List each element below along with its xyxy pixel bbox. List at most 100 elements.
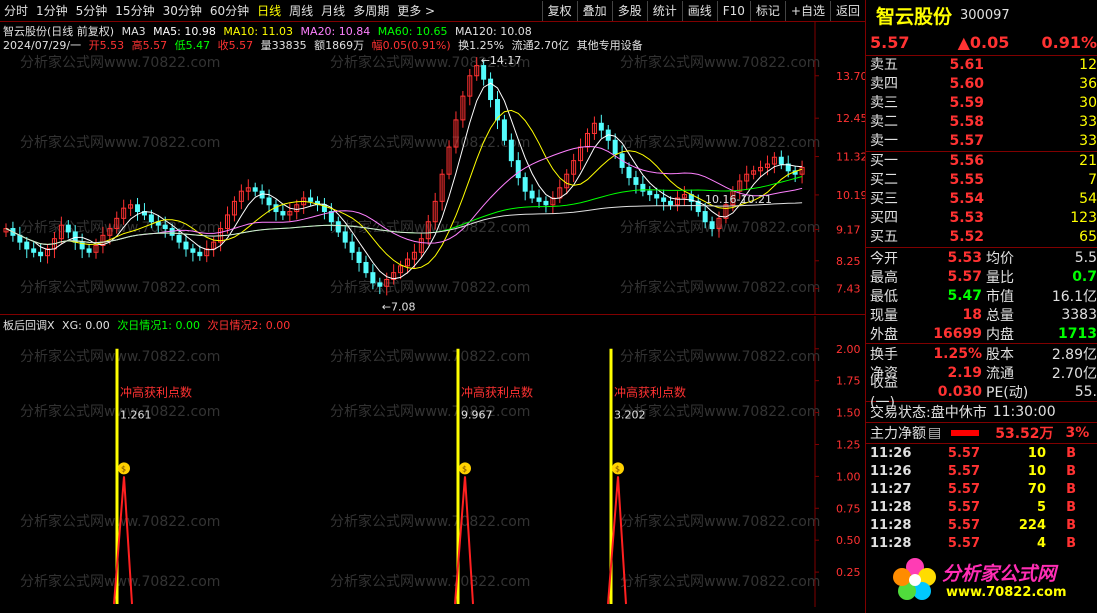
candle-body [176, 234, 182, 243]
bid-row[interactable]: 买四 5.53 123 [866, 209, 1097, 228]
main-net-bar [951, 430, 980, 436]
tick-time: 11:27 [870, 481, 912, 497]
trade-status-row: 交易状态: 盘中休市 11:30:00 [866, 402, 1097, 423]
watermark-text: 分析家公式网www.70822.com [620, 54, 820, 71]
kline-chart[interactable]: 智云股份(日线 前复权) MA3 MA5: 10.98 MA10: 11.03 … [0, 22, 865, 315]
signal-label: 冲高获利点数 [120, 385, 192, 400]
candle-body [522, 177, 528, 192]
toolbar-button[interactable]: 画线 [681, 0, 717, 21]
y-tick-label: 10.19 [836, 189, 865, 202]
period-tab[interactable]: 多周期 [349, 0, 393, 22]
bid-row[interactable]: 买一 5.56 21 [866, 152, 1097, 171]
tick-row: 11:28 5.57 224 B [866, 516, 1097, 534]
stat-row: 今开 5.53 均价 5.5 [866, 248, 1097, 267]
ask-row[interactable]: 卖四 5.60 36 [866, 75, 1097, 94]
period-tab[interactable]: 5分钟 [72, 0, 112, 22]
stat-value: 5.47 [947, 287, 982, 304]
stat-value: 1713 [1058, 325, 1097, 342]
tick-volume: 4 [1036, 535, 1046, 551]
toolbar-button[interactable]: 多股 [611, 0, 647, 21]
candle-body [370, 272, 376, 284]
stock-name: 智云股份 [876, 5, 953, 28]
stats-block-1: 今开 5.53 均价 5.5 最高 5.57 量比 0.7 最低 5.47 市值 16.1亿 现量 18 总… [866, 248, 1097, 344]
stat-value: 2.19 [947, 364, 982, 381]
period-tab[interactable]: 30分钟 [159, 0, 206, 22]
y-tick-label: 1.75 [836, 375, 861, 388]
book-price: 5.61 [949, 57, 984, 73]
candle-body [363, 261, 369, 274]
money-bag-glyph: $ [615, 464, 620, 473]
period-tab[interactable]: 日线 [253, 0, 285, 22]
y-tick-label: 0.25 [836, 566, 861, 579]
y-tick-label: 12.45 [836, 112, 865, 125]
toolbar-button[interactable]: 返回 [829, 0, 865, 21]
candle-body [501, 119, 507, 141]
period-tab[interactable]: 更多 > [393, 0, 439, 22]
tick-time: 11:28 [870, 499, 912, 515]
period-tab[interactable]: 分时 [0, 0, 32, 22]
candle-body [668, 200, 674, 206]
toolbar-button[interactable]: 叠加 [576, 0, 612, 21]
book-volume: 33 [1079, 133, 1097, 149]
money-bag-icon: $ [459, 462, 471, 475]
tick-time: 11:26 [870, 463, 912, 479]
stat-label: 外盘 [870, 326, 898, 343]
candle-body [536, 197, 542, 202]
candle-body [654, 194, 660, 199]
toolbar-button[interactable]: 统计 [646, 0, 682, 21]
toolbar-button[interactable]: F10 [716, 0, 750, 21]
candle-body [65, 224, 71, 233]
candle-body [377, 282, 383, 287]
candle-body [529, 190, 535, 199]
tick-list: 11:26 5.57 10 B 11:26 5.57 10 B 11:27 5.57 70 B 11:2… [866, 444, 1097, 552]
logo-text: 分析家公式网 [942, 563, 1057, 585]
ask-row[interactable]: 卖二 5.58 33 [866, 113, 1097, 132]
bid-row[interactable]: 买三 5.54 54 [866, 190, 1097, 209]
ask-row[interactable]: 卖五 5.61 12 [866, 56, 1097, 75]
kline-svg: 分析家公式网www.70822.com 分析家公式网www.70822.com 分析… [3, 22, 865, 315]
candle-body [169, 228, 175, 236]
ask-row[interactable]: 卖三 5.59 30 [866, 94, 1097, 113]
tick-row: 11:28 5.57 5 B [866, 498, 1097, 516]
money-bag-glyph: $ [462, 464, 467, 473]
toolbar-button[interactable]: 复权 [541, 0, 577, 21]
stat-row: 换手 1.25% 股本 2.89亿 [866, 344, 1097, 363]
stat-value: 0.7 [1072, 268, 1097, 285]
toolbar-button[interactable]: 标记 [749, 0, 785, 21]
main-net-row: 主力净额 ▤ 53.52万 3% [866, 423, 1097, 444]
candle-body [148, 214, 154, 223]
book-volume: 33 [1079, 114, 1097, 130]
period-tab[interactable]: 15分钟 [111, 0, 158, 22]
book-volume: 54 [1079, 191, 1097, 207]
toolbar-button[interactable]: +自选 [784, 0, 830, 21]
indicator-chart[interactable]: 板后回调X XG: 0.00 次日情况1: 0.00 次日情况2: 0.00 分… [0, 316, 865, 607]
quote-header: 智云股份 300097 [866, 0, 1097, 30]
candle-body [626, 166, 632, 179]
stat-value: 5.57 [947, 268, 982, 285]
stat-row: 收益(一) 0.030 PE(动) 55. [866, 375, 1097, 411]
tick-price: 5.57 [947, 445, 980, 461]
stat-label: 现量 [870, 307, 898, 324]
tick-direction: B [1066, 463, 1076, 479]
tick-price: 5.57 [947, 535, 980, 551]
period-tab[interactable]: 1分钟 [32, 0, 72, 22]
watermark-text: 分析家公式网www.70822.com [330, 348, 530, 365]
book-price: 5.52 [949, 229, 984, 245]
candle-body [488, 78, 494, 101]
period-tab[interactable]: 周线 [285, 0, 317, 22]
y-tick-label: 13.70 [836, 70, 865, 83]
watermark-text: 分析家公式网www.70822.com [20, 134, 220, 151]
site-logo: 分析家公式网 www.70822.com [890, 555, 1090, 605]
period-tab[interactable]: 月线 [317, 0, 349, 22]
book-level-label: 买一 [870, 153, 898, 169]
tick-direction: B [1066, 499, 1076, 515]
watermark-text: 分析家公式网www.70822.com [620, 219, 820, 236]
watermark-text: 分析家公式网www.70822.com [330, 279, 530, 296]
tick-price: 5.57 [947, 463, 980, 479]
bid-row[interactable]: 买二 5.55 7 [866, 171, 1097, 190]
bid-row[interactable]: 买五 5.52 65 [866, 228, 1097, 247]
tick-volume: 5 [1036, 499, 1046, 515]
list-icon[interactable]: ▤ [928, 425, 941, 441]
ask-row[interactable]: 卖一 5.57 33 [866, 132, 1097, 151]
period-tab[interactable]: 60分钟 [206, 0, 253, 22]
